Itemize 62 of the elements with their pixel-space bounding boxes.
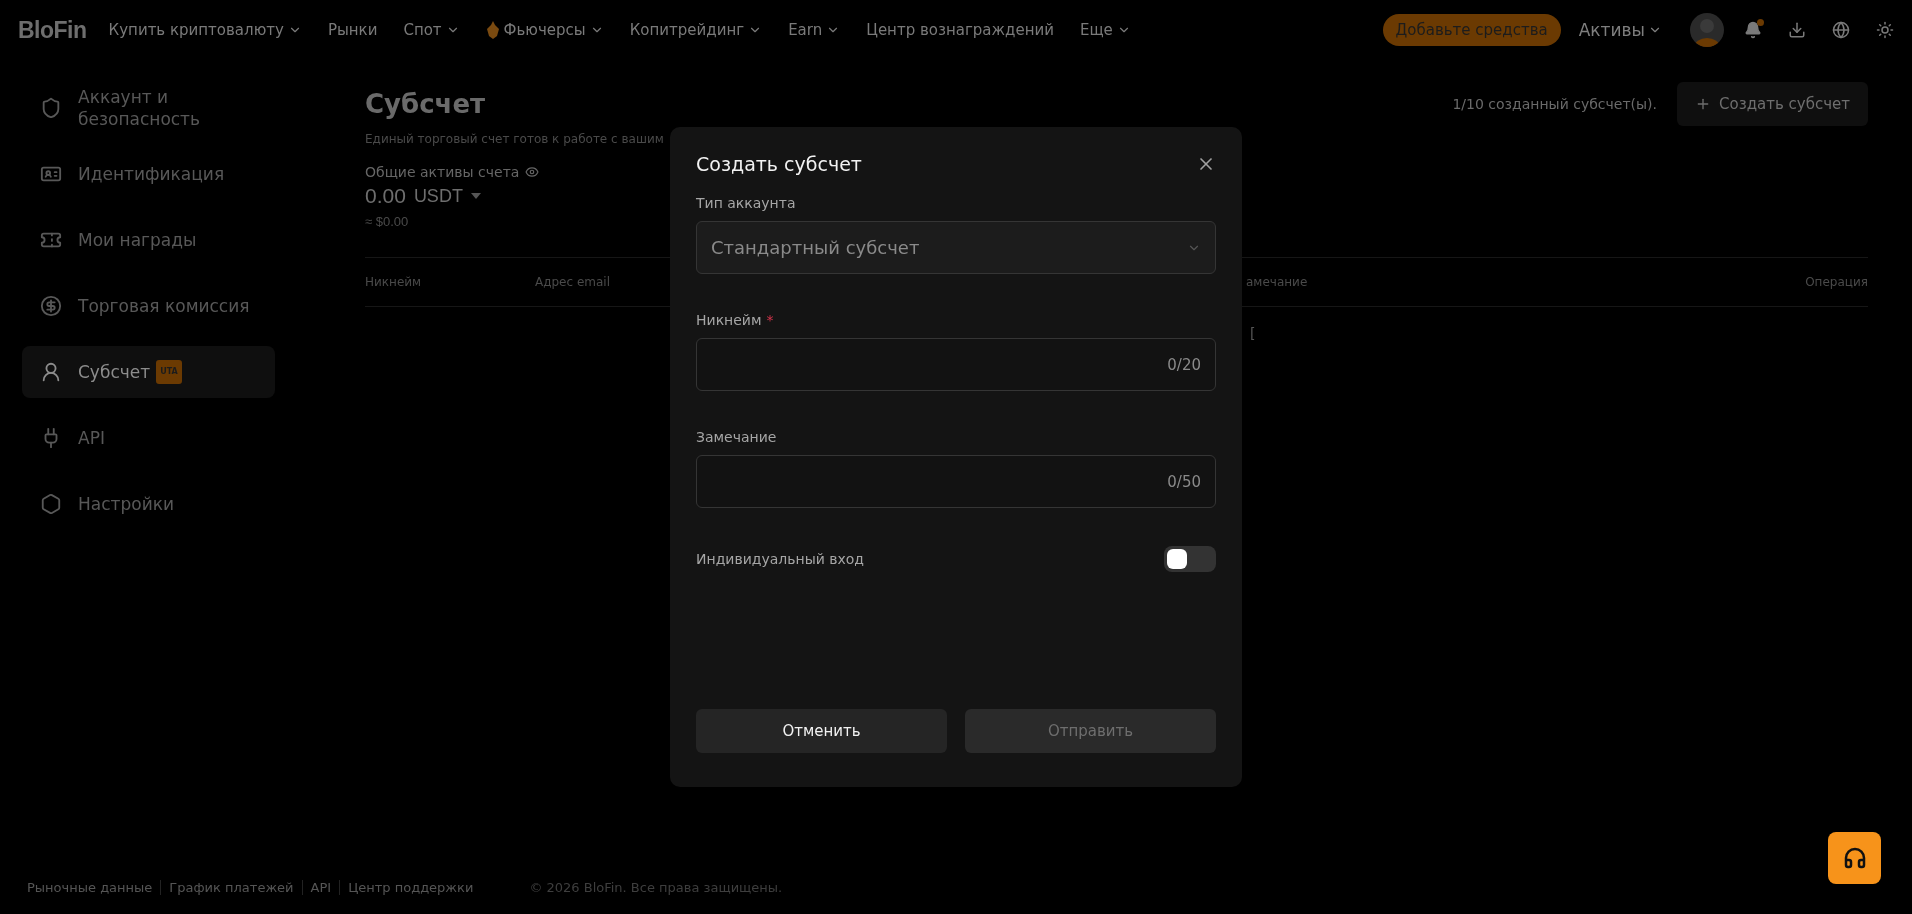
caret-icon[interactable] xyxy=(470,193,481,199)
nav-link[interactable]: Копитрейдинг xyxy=(629,21,763,39)
toggle-label: Индивидуальный вход xyxy=(696,551,865,567)
balance-usd: ≈ $0.00 xyxy=(365,214,410,229)
dialog-title: Создать субсчет xyxy=(696,153,862,175)
sidebar-item[interactable]: Идентификация xyxy=(22,148,275,200)
table-cell-text: [ xyxy=(1249,325,1257,341)
hexagon-icon xyxy=(40,493,62,515)
nav-link[interactable]: Рынки xyxy=(327,21,378,39)
field-label: Замечание xyxy=(696,429,778,445)
sun-icon[interactable] xyxy=(1876,21,1894,39)
footer-link[interactable]: График платежей xyxy=(160,879,302,895)
balance-value: 0.00 xyxy=(365,184,406,208)
logo[interactable]: BloFin xyxy=(18,16,87,44)
sidebar-item[interactable]: Субсчет UTA xyxy=(22,346,275,398)
sidebar-item[interactable]: Настройки xyxy=(22,478,275,530)
footer-link[interactable]: Центр поддержки xyxy=(339,879,482,895)
char-counter: 0/50 xyxy=(1167,472,1201,491)
cancel-button[interactable]: Отменить xyxy=(696,709,947,753)
column-header: Операция xyxy=(1805,275,1868,289)
currency-selector[interactable]: USDT xyxy=(413,185,463,207)
uta-badge: UTA xyxy=(156,360,182,384)
account-type-select[interactable]: Стандартный субсчет xyxy=(696,221,1216,274)
bell-icon[interactable] xyxy=(1744,21,1762,39)
nav-link[interactable]: Спот xyxy=(403,21,460,39)
support-button[interactable] xyxy=(1828,832,1881,884)
page-title: Субсчет xyxy=(365,89,486,119)
nav-link[interactable]: Фьючерсы xyxy=(485,21,604,39)
footer-link[interactable]: API xyxy=(301,879,340,895)
field-label: Никнейм * xyxy=(696,312,775,328)
assets-label: Общие активы счета xyxy=(365,164,520,180)
subaccount-count: 1/10 созданный субсчет(ы). xyxy=(1452,96,1657,112)
dollar-icon xyxy=(40,295,62,317)
nav-link[interactable]: Еще xyxy=(1079,21,1131,39)
assets-menu[interactable]: Активы xyxy=(1578,20,1662,40)
copyright: © 2026 BloFin. Все права защищены. xyxy=(529,879,783,895)
create-subaccount-button[interactable]: Создать субсчет xyxy=(1677,82,1868,126)
user-icon xyxy=(40,361,62,383)
footer-link[interactable]: Рыночные данные xyxy=(27,879,161,895)
plus-icon xyxy=(1695,96,1711,112)
field-label: Тип аккаунта xyxy=(696,195,797,211)
nav-link[interactable]: Центр вознаграждений xyxy=(866,21,1054,39)
column-header: Никнейм xyxy=(365,275,423,289)
page-subtitle: Единый торговый счет готов к работе с вашим xyxy=(365,132,665,146)
sidebar-item[interactable]: Торговая комиссия xyxy=(22,280,275,332)
sidebar-item[interactable]: Мои награды xyxy=(22,214,275,266)
globe-icon[interactable] xyxy=(1832,21,1850,39)
sidebar-item[interactable]: API xyxy=(22,412,275,464)
nav-link[interactable]: Купить криптовалюту xyxy=(108,21,302,39)
input-field[interactable]: 0/20 xyxy=(696,338,1216,391)
headphones-icon xyxy=(1842,846,1867,870)
nav-link[interactable]: Earn xyxy=(788,21,841,39)
download-icon[interactable] xyxy=(1788,21,1806,39)
char-counter: 0/20 xyxy=(1167,355,1201,374)
eye-icon[interactable] xyxy=(525,165,540,179)
sidebar-item[interactable]: Аккаунт и безопасность xyxy=(22,82,275,134)
flame-icon xyxy=(485,21,500,39)
input-field[interactable]: 0/50 xyxy=(696,455,1216,508)
shield-icon xyxy=(40,97,62,119)
toggle-switch[interactable] xyxy=(1164,546,1216,572)
column-header: амечание xyxy=(1246,275,1309,289)
column-header: Адрес email xyxy=(535,275,611,289)
